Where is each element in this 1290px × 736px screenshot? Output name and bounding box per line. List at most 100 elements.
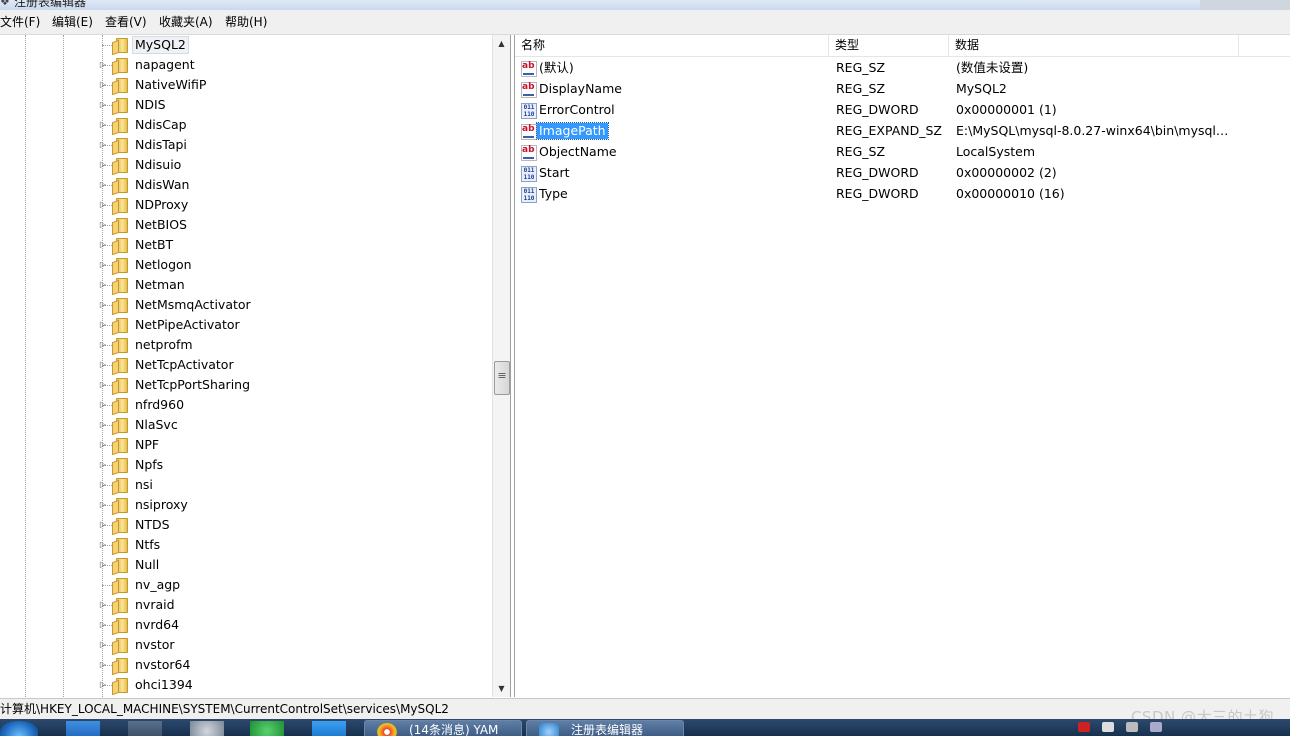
column-header-name[interactable]: 名称: [515, 35, 829, 56]
expand-arrow-icon[interactable]: ▷: [98, 315, 108, 335]
expand-arrow-icon[interactable]: ▷: [98, 455, 108, 475]
tree-node[interactable]: ▷ NlaSvc: [98, 415, 490, 435]
expand-arrow-icon[interactable]: ▷: [98, 95, 108, 115]
menu-edit[interactable]: 编辑(E): [52, 14, 93, 30]
column-header-type[interactable]: 类型: [829, 35, 949, 56]
expand-arrow-icon[interactable]: ▷: [98, 215, 108, 235]
tree-node[interactable]: ▷ NdisCap: [98, 115, 490, 135]
tree-node[interactable]: ▷ NdisTapi: [98, 135, 490, 155]
value-row[interactable]: ab DisplayName REG_SZ MySQL2: [515, 79, 1290, 100]
taskbar-task-browser[interactable]: (14条消息) YAM: [364, 720, 522, 736]
window-controls[interactable]: [1200, 0, 1290, 10]
expand-arrow-icon[interactable]: ▷: [98, 615, 108, 635]
tray-icon[interactable]: [1102, 722, 1114, 732]
expand-arrow-icon[interactable]: ▷: [98, 395, 108, 415]
expand-arrow-icon[interactable]: ▷: [98, 515, 108, 535]
expand-arrow-icon[interactable]: ▷: [98, 495, 108, 515]
wechat-icon[interactable]: [250, 721, 284, 736]
expand-arrow-icon[interactable]: ▷: [98, 115, 108, 135]
start-button[interactable]: [0, 721, 38, 736]
tree-node[interactable]: MySQL2: [98, 35, 490, 55]
mail-app-icon[interactable]: [66, 721, 100, 736]
scroll-up-arrow-icon[interactable]: ▲: [493, 35, 510, 52]
value-row[interactable]: ab ObjectName REG_SZ LocalSystem: [515, 142, 1290, 163]
tray-icon[interactable]: [1078, 722, 1090, 732]
expand-arrow-icon[interactable]: ▷: [98, 555, 108, 575]
tree-node[interactable]: ▷ NDProxy: [98, 195, 490, 215]
value-row[interactable]: 011 110 ErrorControl REG_DWORD 0x00000001 (1…: [515, 100, 1290, 121]
expand-arrow-icon[interactable]: ▷: [98, 135, 108, 155]
value-row[interactable]: 011 110 Type REG_DWORD 0x00000010 (16): [515, 184, 1290, 205]
expand-arrow-icon[interactable]: ▷: [98, 595, 108, 615]
expand-arrow-icon[interactable]: ▷: [98, 155, 108, 175]
expand-arrow-icon[interactable]: ▷: [98, 415, 108, 435]
tree-vertical-scrollbar[interactable]: ▲ ▼: [492, 35, 510, 697]
settings-gear-icon[interactable]: [190, 721, 224, 736]
tree-node[interactable]: ▷ NPF: [98, 435, 490, 455]
expand-arrow-icon[interactable]: ▷: [98, 255, 108, 275]
taskbar-task-regedit[interactable]: 注册表编辑器: [526, 720, 684, 736]
tree-node-label: nsiproxy: [135, 497, 188, 512]
tree-node[interactable]: ▷ NativeWifiP: [98, 75, 490, 95]
menu-help[interactable]: 帮助(H): [225, 14, 267, 30]
expand-arrow-icon[interactable]: ▷: [98, 335, 108, 355]
tree-node[interactable]: ▷ nsiproxy: [98, 495, 490, 515]
tree-node[interactable]: ▷ NdisWan: [98, 175, 490, 195]
tree-node[interactable]: ▷ napagent: [98, 55, 490, 75]
menu-favorites[interactable]: 收藏夹(A): [159, 14, 213, 30]
column-header-data[interactable]: 数据: [949, 35, 1239, 56]
vscode-icon[interactable]: [312, 721, 346, 736]
tree-node[interactable]: ▷ Netlogon: [98, 255, 490, 275]
scroll-down-arrow-icon[interactable]: ▼: [493, 680, 510, 697]
tree-node[interactable]: ▷ NetBIOS: [98, 215, 490, 235]
tray-icon[interactable]: [1150, 722, 1162, 732]
expand-arrow-icon[interactable]: ▷: [98, 55, 108, 75]
tray-icon[interactable]: [1126, 722, 1138, 732]
tree-node[interactable]: ▷ Ndisuio: [98, 155, 490, 175]
tree-node[interactable]: ▷ NTDS: [98, 515, 490, 535]
expand-arrow-icon[interactable]: ▷: [98, 275, 108, 295]
expand-arrow-icon[interactable]: ▷: [98, 195, 108, 215]
tree-node[interactable]: ▷ netprofm: [98, 335, 490, 355]
menu-view[interactable]: 查看(V): [105, 14, 147, 30]
tree-node[interactable]: ▷ NetPipeActivator: [98, 315, 490, 335]
expand-arrow-icon[interactable]: ▷: [98, 235, 108, 255]
expand-arrow-icon[interactable]: ▷: [98, 675, 108, 695]
tree-node[interactable]: ▷ nvstor64: [98, 655, 490, 675]
value-name: ObjectName: [539, 144, 617, 159]
menu-file[interactable]: 文件(F): [0, 14, 40, 30]
expand-arrow-icon[interactable]: ▷: [98, 75, 108, 95]
value-row[interactable]: ab ImagePath REG_EXPAND_SZ E:\MySQL\mysql-8…: [515, 121, 1290, 142]
expand-arrow-icon[interactable]: ▷: [98, 435, 108, 455]
app-icon[interactable]: [128, 721, 162, 736]
tree-node[interactable]: ▷ Npfs: [98, 455, 490, 475]
tree-node[interactable]: ▷ NetTcpPortSharing: [98, 375, 490, 395]
value-row[interactable]: 011 110 Start REG_DWORD 0x00000002 (2): [515, 163, 1290, 184]
tree-node[interactable]: ▷ Null: [98, 555, 490, 575]
expand-arrow-icon[interactable]: ▷: [98, 175, 108, 195]
tree-node[interactable]: ▷ NetTcpActivator: [98, 355, 490, 375]
expand-arrow-icon[interactable]: ▷: [98, 535, 108, 555]
tree-node[interactable]: ▷ nfrd960: [98, 395, 490, 415]
registry-values-pane[interactable]: 名称 类型 数据 ab (默认) REG_SZ (数值未设置) ab DisplayNam…: [514, 35, 1290, 697]
value-row[interactable]: ab (默认) REG_SZ (数值未设置): [515, 58, 1290, 79]
scroll-thumb[interactable]: [494, 361, 510, 395]
tree-node[interactable]: ▷ nsi: [98, 475, 490, 495]
tree-node[interactable]: ▷ NDIS: [98, 95, 490, 115]
expand-arrow-icon[interactable]: ▷: [98, 375, 108, 395]
expand-arrow-icon[interactable]: ▷: [98, 355, 108, 375]
tree-node[interactable]: ▷ ohci1394: [98, 675, 490, 695]
expand-arrow-icon[interactable]: ▷: [98, 655, 108, 675]
tree-node[interactable]: nv_agp: [98, 575, 490, 595]
registry-tree-pane[interactable]: MySQL2 ▷ napagent ▷ NativeWifiP ▷ NDIS ▷ NdisCap…: [0, 35, 511, 697]
tree-node[interactable]: ▷ NetMsmqActivator: [98, 295, 490, 315]
tree-node[interactable]: ▷ nvrd64: [98, 615, 490, 635]
tree-node[interactable]: ▷ nvstor: [98, 635, 490, 655]
tree-node[interactable]: ▷ Ntfs: [98, 535, 490, 555]
tree-node[interactable]: ▷ nvraid: [98, 595, 490, 615]
tree-node[interactable]: ▷ NetBT: [98, 235, 490, 255]
expand-arrow-icon[interactable]: ▷: [98, 635, 108, 655]
expand-arrow-icon[interactable]: ▷: [98, 295, 108, 315]
tree-node[interactable]: ▷ Netman: [98, 275, 490, 295]
expand-arrow-icon[interactable]: ▷: [98, 475, 108, 495]
